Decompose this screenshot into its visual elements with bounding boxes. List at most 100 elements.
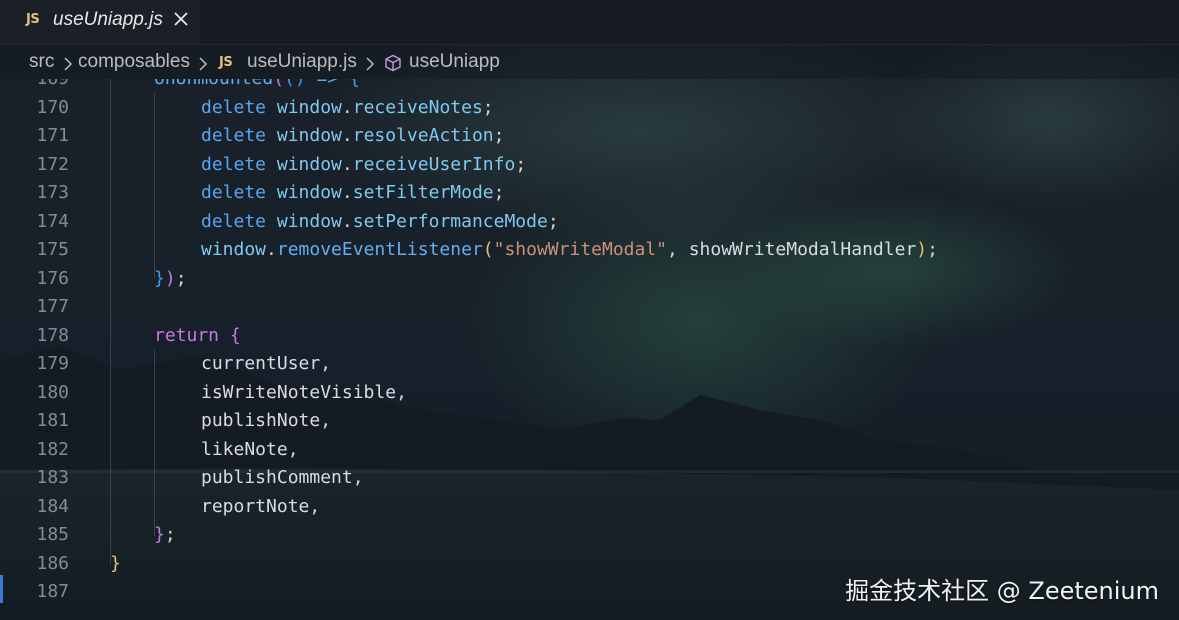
code-line[interactable]: 185}; [0,521,1179,549]
code-line[interactable]: 177 [0,293,1179,321]
code-token: window [276,153,342,175]
chevron-right-icon [364,56,376,71]
code-token: ( [273,79,284,89]
code-line[interactable]: 179 currentUser, [0,350,1179,378]
code-token: ) [164,267,176,289]
code-text: likeNote, [201,436,299,464]
line-number: 169 [0,79,69,93]
code-line[interactable]: 183 publishComment, [0,464,1179,492]
line-number: 178 [36,324,69,346]
code-token: setPerformanceMode [352,210,548,232]
code-text: onUnmounted(() => { [154,79,360,93]
line-number: 175 [36,239,69,260]
code-token: , [320,410,332,431]
code-token: window [276,96,342,118]
code-line[interactable]: 172 delete window.receiveUserInfo; [0,151,1179,179]
tab-bar: JS useUniapp.js [0,0,1179,45]
code-token: publishNote [201,410,321,431]
chevron-right-icon [62,56,74,71]
line-number: 187 [36,581,69,602]
line-number: 179 [36,353,69,374]
code-token: . [341,125,353,146]
code-token: } [154,267,165,289]
code-token: , [667,239,689,260]
line-number: 174 [36,210,69,232]
tab-useuniapp[interactable]: JS useUniapp.js [0,0,200,44]
code-token: ) [916,239,928,260]
line-number: 186 [36,552,69,574]
code-text: }; [154,521,176,549]
code-text: }); [154,265,187,293]
line-number: 183 [36,467,69,488]
line-number: 182 [36,438,69,460]
code-token: window [276,182,342,203]
code-token: } [110,552,121,574]
code-token: ; [175,267,187,289]
line-number: 184 [36,495,69,517]
code-token: ; [164,524,176,545]
editor-window: JS useUniapp.js src composables JS useUn… [0,0,1179,620]
code-editor[interactable]: 169onUnmounted(() => {170delete window.r… [0,79,1179,620]
code-line[interactable]: 174 delete window.setPerformanceMode; [0,208,1179,236]
code-token: . [341,210,353,232]
cube-icon [384,54,402,72]
code-token: => [317,79,339,89]
code-text: return { [154,322,241,350]
code-text: isWriteNoteVisible, [201,379,407,407]
chevron-right-icon [197,56,209,71]
code-token: delete [201,153,267,175]
code-text: reportNote, [201,493,320,521]
code-token: window [201,239,267,260]
line-number: 173 [36,182,69,203]
line-number: 176 [36,267,69,289]
code-token: ( [482,239,494,260]
code-token: , [396,381,407,403]
code-token: isWriteNoteVisible [201,381,397,403]
code-line[interactable]: 182 likeNote, [0,436,1179,464]
code-token: removeEventListener [276,239,483,260]
line-number: 170 [36,96,69,118]
code-token: setFilterMode [352,182,494,203]
code-token: "showWriteModal" [493,239,668,260]
code-token: likeNote [201,438,288,460]
breadcrumb-symbol[interactable]: useUniapp [409,51,500,73]
code-token: window [276,125,342,146]
code-text: } [110,550,121,578]
close-icon[interactable] [171,9,191,29]
code-token: , [320,353,332,374]
code-text: delete window.resolveAction; [201,122,504,150]
code-token: , [309,495,321,517]
code-text: currentUser, [201,350,331,378]
code-line[interactable]: 169 onUnmounted(() => { [0,79,1179,93]
js-file-icon: JS [219,55,233,70]
line-number: 171 [36,125,69,146]
code-line[interactable]: 170 delete window.receiveNotes; [0,94,1179,122]
code-token: { [229,324,241,346]
code-token: receiveUserInfo [352,153,516,175]
code-token: reportNote [201,495,310,517]
breadcrumb-file[interactable]: useUniapp.js [247,51,357,73]
code-token: showWriteModalHandler [688,239,917,260]
line-number: 177 [36,296,69,317]
code-token: delete [201,182,267,203]
code-line[interactable]: 184 reportNote, [0,493,1179,521]
code-text: window.removeEventListener("showWriteMod… [201,236,938,264]
code-line[interactable]: 181 publishNote, [0,407,1179,435]
breadcrumb-composables[interactable]: composables [78,51,190,73]
breadcrumb-src[interactable]: src [29,51,54,73]
line-number: 181 [36,410,69,431]
code-line[interactable]: 180 isWriteNoteVisible, [0,379,1179,407]
code-line[interactable]: 178 return { [0,322,1179,350]
code-text: delete window.setFilterMode; [201,179,504,207]
code-token: ; [927,239,938,260]
code-line[interactable]: 175 window.removeEventListener("showWrite… [0,236,1179,264]
code-line[interactable]: 173 delete window.setFilterMode; [0,179,1179,207]
code-line[interactable]: 171 delete window.resolveAction; [0,122,1179,150]
code-token: resolveAction [352,125,494,146]
code-token: , [287,438,299,460]
code-line[interactable]: 176}); [0,265,1179,293]
tab-title: useUniapp.js [53,9,163,30]
